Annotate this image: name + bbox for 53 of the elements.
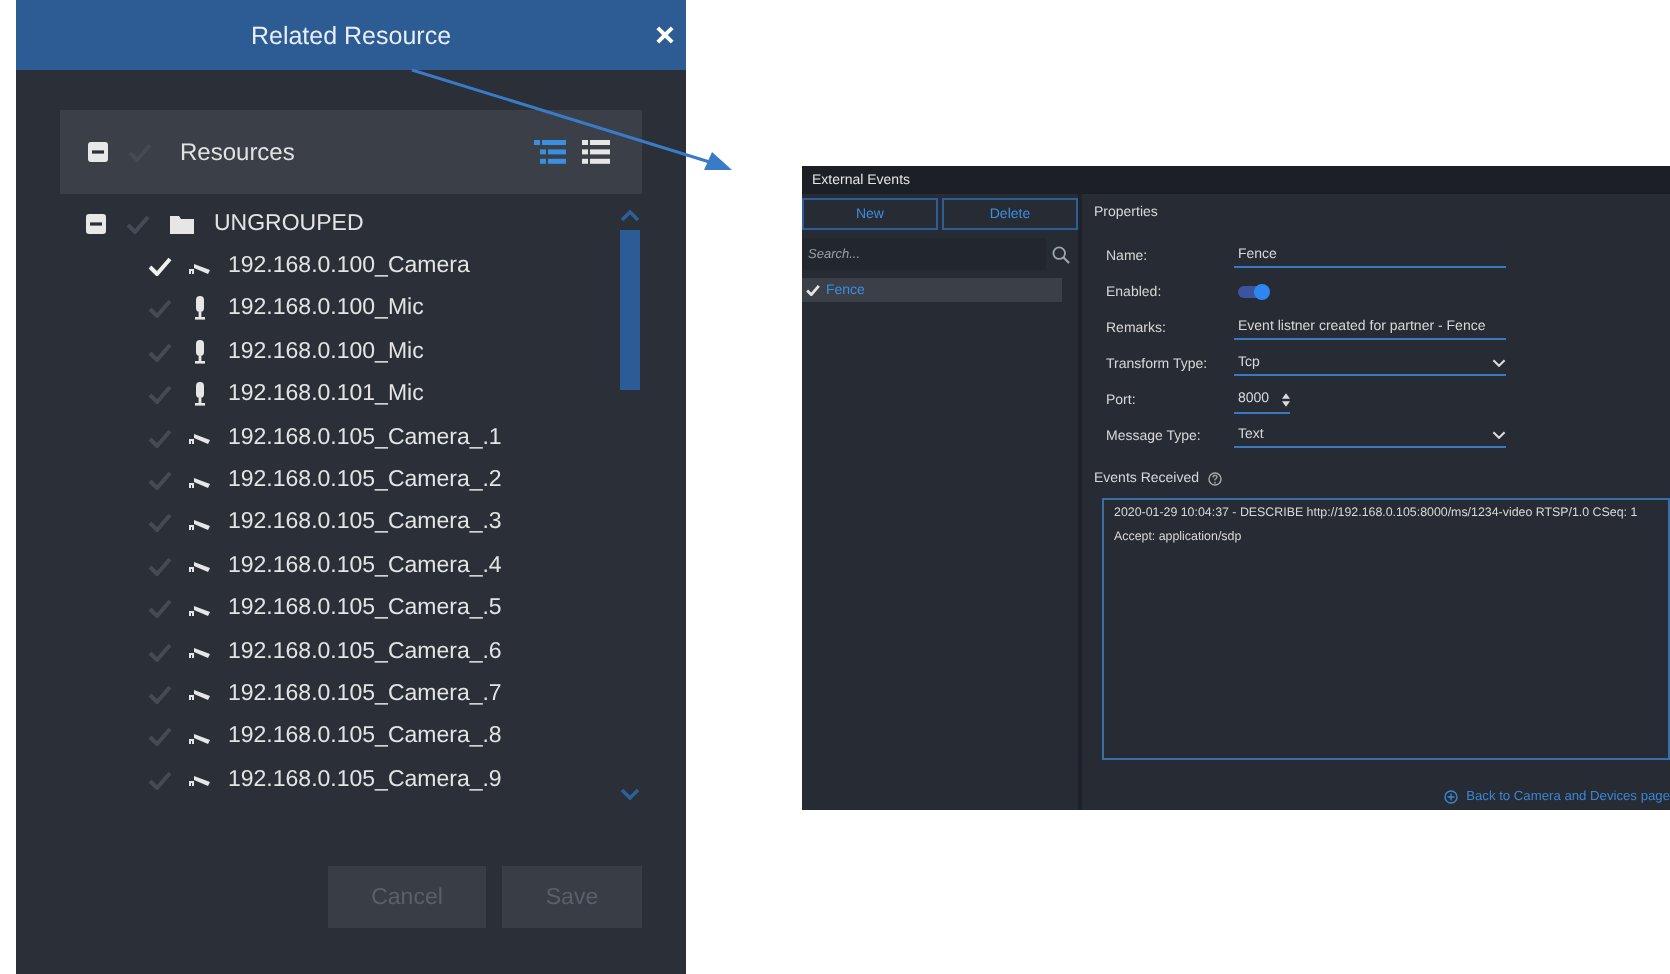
device-label[interactable]: 192.168.0.105_Camera_.3 bbox=[228, 510, 502, 535]
check-icon[interactable] bbox=[148, 683, 172, 704]
camera-icon bbox=[188, 684, 212, 703]
scrollbar-thumb[interactable] bbox=[620, 230, 640, 390]
check-icon[interactable] bbox=[148, 298, 172, 319]
device-label[interactable]: 192.168.0.105_Camera_.6 bbox=[228, 639, 502, 664]
tree-view-icon[interactable] bbox=[534, 140, 566, 164]
check-icon[interactable] bbox=[148, 512, 172, 533]
folder-icon bbox=[170, 213, 194, 234]
resources-label: Resources bbox=[180, 138, 297, 166]
check-icon[interactable] bbox=[148, 641, 172, 662]
device-label[interactable]: 192.168.0.100_Mic bbox=[228, 339, 424, 364]
check-icon[interactable] bbox=[126, 213, 150, 234]
plus-circle-icon bbox=[1444, 789, 1459, 803]
check-icon[interactable] bbox=[148, 598, 172, 619]
dialog-title: Related Resource bbox=[250, 21, 452, 49]
camera-icon bbox=[188, 428, 212, 447]
check-icon[interactable] bbox=[148, 341, 172, 362]
check-icon[interactable] bbox=[148, 726, 172, 747]
help-icon[interactable] bbox=[1207, 471, 1222, 485]
check-icon[interactable] bbox=[148, 427, 172, 448]
device-label[interactable]: 192.168.0.105_Camera_.1 bbox=[228, 425, 502, 450]
group-label[interactable]: UNGROUPED bbox=[214, 211, 364, 236]
chevron-down-icon bbox=[1492, 430, 1506, 441]
check-icon[interactable] bbox=[148, 384, 172, 405]
chevron-down-icon bbox=[1492, 358, 1506, 369]
camera-icon bbox=[188, 770, 212, 789]
camera-icon bbox=[188, 556, 212, 575]
device-label[interactable]: 192.168.0.105_Camera_.7 bbox=[228, 681, 502, 706]
device-label[interactable]: 192.168.0.101_Mic bbox=[228, 382, 424, 407]
device-label[interactable]: 192.168.0.105_Camera_.9 bbox=[228, 767, 502, 792]
device-label[interactable]: 192.168.0.105_Camera_.2 bbox=[228, 468, 502, 493]
check-icon[interactable] bbox=[148, 769, 172, 790]
device-label[interactable]: 192.168.0.100_Mic bbox=[228, 296, 424, 321]
scroll-down-icon[interactable] bbox=[620, 788, 640, 801]
microphone-icon bbox=[192, 382, 208, 407]
microphone-icon bbox=[192, 296, 208, 321]
scroll-up-icon[interactable] bbox=[620, 210, 640, 222]
close-icon[interactable] bbox=[656, 26, 674, 44]
device-label[interactable]: 192.168.0.105_Camera_.4 bbox=[228, 553, 502, 578]
check-icon[interactable] bbox=[148, 555, 172, 576]
microphone-icon bbox=[192, 339, 208, 364]
camera-icon bbox=[188, 642, 212, 661]
collapse-icon[interactable] bbox=[86, 213, 106, 234]
device-label[interactable]: 192.168.0.105_Camera_.5 bbox=[228, 596, 502, 621]
check-icon[interactable] bbox=[148, 470, 172, 491]
list-view-icon[interactable] bbox=[582, 140, 610, 164]
spinner-icon bbox=[1282, 391, 1290, 408]
device-label[interactable]: 192.168.0.100_Camera bbox=[228, 254, 470, 279]
toggle-switch[interactable] bbox=[1238, 286, 1268, 299]
collapse-icon[interactable] bbox=[88, 142, 108, 162]
device-label[interactable]: 192.168.0.105_Camera_.8 bbox=[228, 724, 502, 749]
search-icon bbox=[1052, 245, 1070, 263]
